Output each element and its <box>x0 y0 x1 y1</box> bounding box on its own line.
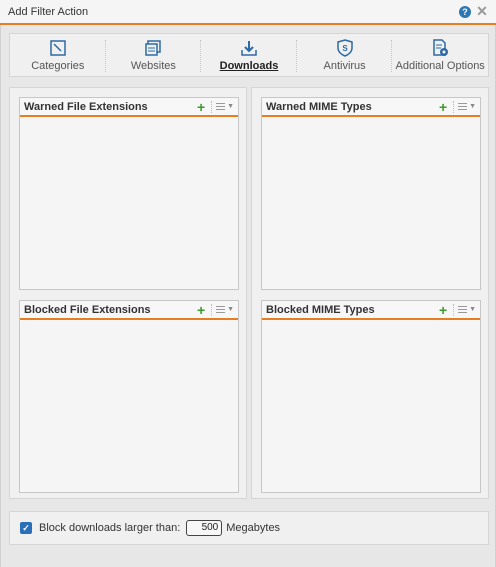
panel-title: Blocked File Extensions <box>24 303 151 316</box>
divider <box>211 100 213 113</box>
warned-file-extensions-panel: Warned File Extensions + ▼ <box>19 97 239 290</box>
panel-title: Warned MIME Types <box>266 100 372 113</box>
blocked-file-extensions-list[interactable] <box>20 320 238 492</box>
panel-title: Blocked MIME Types <box>266 303 375 316</box>
warned-file-extensions-list[interactable] <box>20 117 238 289</box>
tab-antivirus[interactable]: S Antivirus <box>297 34 393 76</box>
categories-icon <box>50 39 66 56</box>
divider <box>211 303 213 316</box>
tab-label: Categories <box>31 59 85 72</box>
add-icon[interactable]: + <box>437 99 449 115</box>
tab-label: Downloads <box>219 59 279 72</box>
blocked-mime-types-list[interactable] <box>262 320 480 492</box>
blocked-mime-types-panel: Blocked MIME Types + ▼ <box>261 300 481 493</box>
file-extensions-column: Warned File Extensions + ▼ Blocked File … <box>9 87 247 499</box>
close-icon[interactable]: ✕ <box>476 3 488 19</box>
add-icon[interactable]: + <box>437 302 449 318</box>
tab-additional-options[interactable]: Additional Options <box>392 34 488 76</box>
warned-mime-types-list[interactable] <box>262 117 480 289</box>
panel-header: Blocked File Extensions + ▼ <box>20 301 238 320</box>
block-large-downloads-label: Block downloads larger than: <box>39 522 181 534</box>
panel-header: Warned MIME Types + ▼ <box>262 98 480 117</box>
list-menu-icon[interactable]: ▼ <box>216 103 234 110</box>
help-icon[interactable]: ? <box>459 5 471 18</box>
tab-downloads[interactable]: Downloads <box>201 34 297 76</box>
list-menu-icon[interactable]: ▼ <box>216 306 234 313</box>
tab-bar: Categories Websites Downloads S Antiviru… <box>9 33 489 77</box>
panel-title: Warned File Extensions <box>24 100 148 113</box>
antivirus-shield-icon: S <box>336 38 353 57</box>
warned-mime-types-panel: Warned MIME Types + ▼ <box>261 97 481 290</box>
additional-options-icon <box>433 38 449 56</box>
add-icon[interactable]: + <box>195 99 207 115</box>
list-menu-icon[interactable]: ▼ <box>458 103 476 110</box>
download-size-limit-bar: ✓ Block downloads larger than: 500 Megab… <box>9 511 489 545</box>
svg-text:S: S <box>342 44 348 53</box>
download-icon <box>241 40 257 56</box>
tab-label: Websites <box>130 59 176 72</box>
blocked-file-extensions-panel: Blocked File Extensions + ▼ <box>19 300 239 493</box>
dialog-body: Categories Websites Downloads S Antiviru… <box>0 25 496 567</box>
dialog-title: Add Filter Action <box>8 5 89 18</box>
tab-label: Antivirus <box>323 59 366 72</box>
tab-websites[interactable]: Websites <box>106 34 202 76</box>
add-icon[interactable]: + <box>195 302 207 318</box>
divider <box>453 100 455 113</box>
divider <box>453 303 455 316</box>
panel-header: Warned File Extensions + ▼ <box>20 98 238 117</box>
block-large-downloads-checkbox[interactable]: ✓ <box>20 522 32 534</box>
list-menu-icon[interactable]: ▼ <box>458 306 476 313</box>
mime-types-column: Warned MIME Types + ▼ Blocked MIME Types… <box>251 87 489 499</box>
tab-categories[interactable]: Categories <box>10 34 106 76</box>
tab-label: Additional Options <box>395 59 485 72</box>
dialog-titlebar: Add Filter Action ? ✕ <box>0 0 496 25</box>
websites-icon <box>145 39 162 56</box>
size-unit-label: Megabytes <box>226 522 281 534</box>
panel-header: Blocked MIME Types + ▼ <box>262 301 480 320</box>
size-limit-input[interactable]: 500 <box>186 520 223 536</box>
